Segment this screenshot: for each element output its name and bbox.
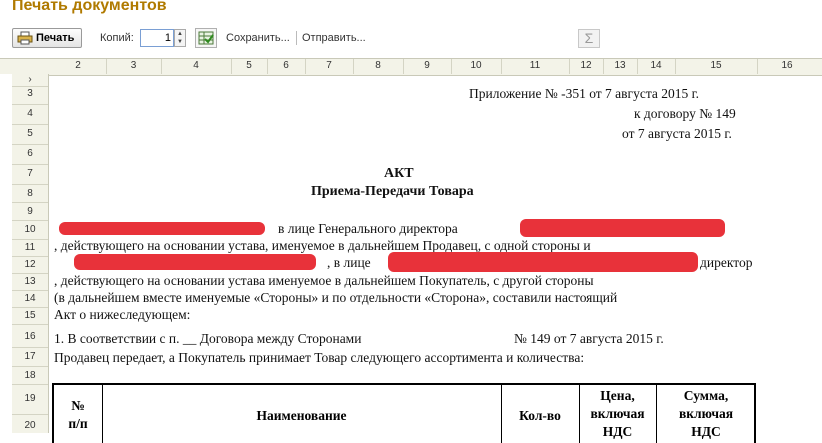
- column-label: 5: [246, 60, 252, 71]
- column-label: 16: [781, 60, 793, 71]
- sum-button[interactable]: Σ: [578, 29, 600, 48]
- toolbar-separator: [296, 31, 297, 45]
- copies-input[interactable]: 1: [140, 29, 174, 47]
- column-label: 11: [529, 60, 541, 71]
- row-label: 12: [24, 259, 36, 270]
- send-button[interactable]: Отправить...: [302, 32, 366, 44]
- redaction-mark: [59, 222, 265, 235]
- line12-end: директор: [700, 255, 753, 270]
- column-label: 8: [375, 60, 381, 71]
- row-label: 15: [24, 310, 36, 321]
- row-label: ›: [28, 74, 32, 85]
- row-label: 10: [24, 224, 36, 235]
- act-subtitle: Приема-Передачи Товара: [311, 184, 474, 199]
- column-label: 14: [650, 60, 662, 71]
- preview-button[interactable]: [195, 28, 217, 48]
- redaction-mark: [74, 254, 316, 270]
- toolbar: Печать Копий: 1 ▲ ▼ Сохранить... Отправит…: [0, 26, 822, 52]
- act-title: АКТ: [384, 166, 414, 181]
- column-label: 9: [424, 60, 430, 71]
- line15-text: Акт о нижеследующем:: [54, 307, 191, 322]
- row-header: › 3 4 5 6 7 8 9 10 11 12 13 14 15 16 17 …: [12, 74, 49, 433]
- line10-text: в лице Генерального директора: [278, 221, 458, 236]
- row-label: 18: [24, 370, 36, 381]
- column-label: 4: [193, 60, 199, 71]
- print-button-label: Печать: [36, 32, 75, 44]
- line16-text: 1. В соответствии с п. __ Договора между…: [54, 331, 362, 346]
- row-label: 9: [27, 206, 33, 217]
- contract-date: от 7 августа 2015 г.: [622, 126, 732, 141]
- grid-check-icon: [198, 31, 214, 45]
- column-label: 6: [283, 60, 289, 71]
- column-label: 15: [710, 60, 722, 71]
- header-qty: Кол-во: [519, 408, 561, 423]
- line13-text: , действующего на основании устава имену…: [54, 273, 594, 288]
- printer-icon: [17, 31, 33, 45]
- column-label: 13: [614, 60, 626, 71]
- redaction-mark: [388, 252, 698, 272]
- print-button[interactable]: Печать: [12, 28, 82, 48]
- window-title: Печать документов: [12, 0, 167, 14]
- row-label: 11: [24, 242, 36, 253]
- row-label: 3: [27, 88, 33, 99]
- row-label: 14: [24, 293, 36, 304]
- line12-text: , в лице: [327, 255, 371, 270]
- copies-label: Копий:: [100, 32, 134, 44]
- row-label: 19: [24, 393, 36, 404]
- row-label: 17: [24, 351, 36, 362]
- copies-stepper[interactable]: ▲ ▼: [174, 29, 186, 47]
- line16-contract: № 149 от 7 августа 2015 г.: [514, 331, 664, 346]
- column-label: 12: [580, 60, 592, 71]
- row-label: 20: [24, 420, 36, 431]
- contract-line: к договору № 149: [634, 106, 736, 121]
- row-label: 5: [27, 128, 33, 139]
- column-header: 2 3 4 5 6 7 8 9 10 11 12 13 14 15 16: [0, 58, 822, 76]
- appendix-line: Приложение № -351 от 7 августа 2015 г.: [469, 86, 700, 101]
- row-label: 6: [27, 148, 33, 159]
- row-label: 13: [24, 276, 36, 287]
- row-label: 8: [27, 188, 33, 199]
- goods-table: № п/п Наименование Кол-во Цена, включая НДС…: [52, 383, 756, 443]
- column-label: 10: [470, 60, 482, 71]
- line14-text: (в дальнейшем вместе именуемые «Стороны»…: [54, 290, 618, 305]
- column-label: 2: [75, 60, 81, 71]
- line17-text: Продавец передает, а Покупатель принимае…: [54, 350, 585, 365]
- column-label: 3: [130, 60, 137, 71]
- save-button[interactable]: Сохранить...: [226, 32, 290, 44]
- left-gutter: [0, 74, 12, 433]
- redaction-mark: [520, 219, 725, 237]
- row-label: 16: [24, 331, 36, 342]
- row-label: 7: [27, 168, 33, 179]
- header-name: Наименование: [256, 408, 347, 423]
- row-label: 4: [27, 108, 33, 119]
- header-num: № п/п: [68, 398, 88, 431]
- column-label: 7: [326, 60, 332, 71]
